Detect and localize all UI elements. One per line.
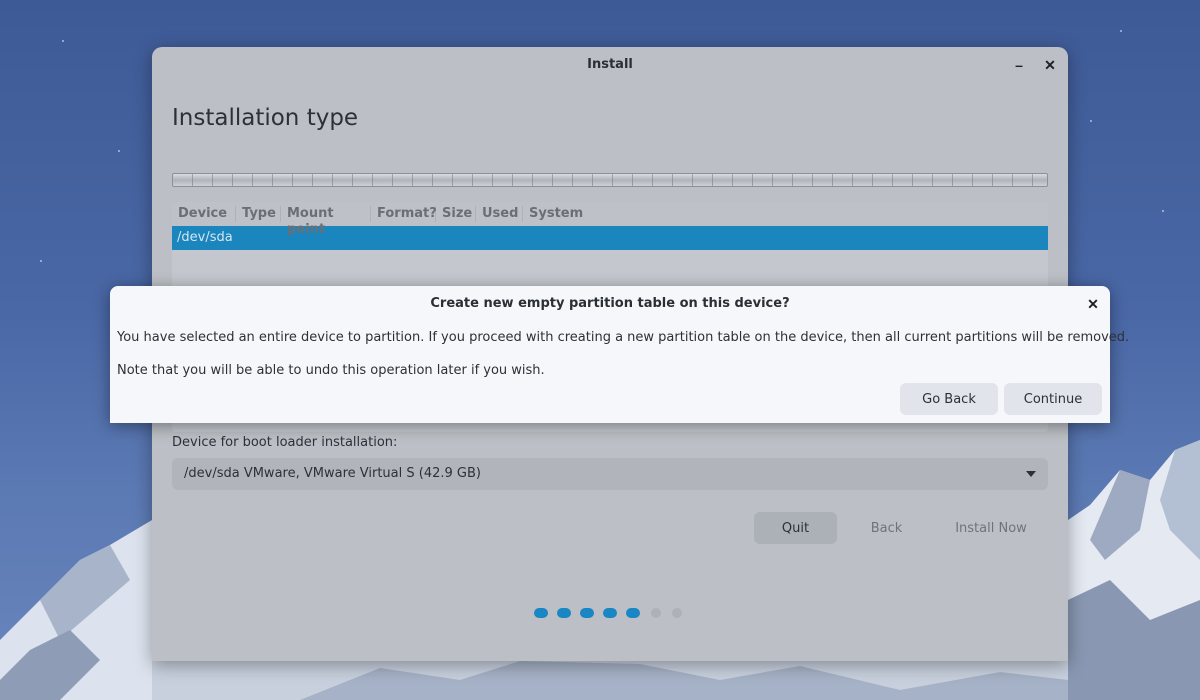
continue-button[interactable]: Continue: [1004, 383, 1102, 415]
column-header-format[interactable]: Format?: [371, 206, 437, 222]
go-back-button[interactable]: Go Back: [900, 383, 998, 415]
progress-indicator: [534, 608, 682, 618]
progress-step-dot: [580, 608, 594, 618]
window-titlebar[interactable]: Install – ✕: [152, 47, 1068, 83]
install-now-button[interactable]: Install Now: [936, 512, 1046, 544]
column-header-used[interactable]: Used: [476, 206, 523, 222]
progress-step-dot: [603, 608, 617, 618]
column-header-size[interactable]: Size: [436, 206, 476, 222]
bootloader-select-value: /dev/sda VMware, VMware Virtual S (42.9 …: [184, 466, 481, 481]
partition-table-dialog: Create new empty partition table on this…: [110, 286, 1129, 423]
progress-step-dot: [672, 608, 682, 618]
chevron-down-icon: [1026, 471, 1036, 477]
dialog-close-icon[interactable]: ✕: [1083, 294, 1103, 314]
column-header-mount-point[interactable]: Mount point: [281, 206, 371, 237]
progress-step-dot: [557, 608, 571, 618]
page-title: Installation type: [172, 105, 359, 131]
partition-bar: [172, 173, 1048, 187]
quit-button[interactable]: Quit: [754, 512, 837, 544]
column-header-device[interactable]: Device: [172, 206, 236, 222]
minimize-icon[interactable]: –: [1009, 55, 1029, 75]
dialog-message: You have selected an entire device to pa…: [117, 330, 1130, 345]
bootloader-label: Device for boot loader installation:: [172, 435, 398, 450]
progress-step-dot: [626, 608, 640, 618]
dialog-note: Note that you will be able to undo this …: [117, 363, 545, 378]
back-button[interactable]: Back: [844, 512, 929, 544]
progress-step-dot: [534, 608, 548, 618]
column-header-type[interactable]: Type: [236, 206, 281, 222]
table-header: Device Type Mount point Format? Size Use…: [172, 202, 1048, 237]
bootloader-select[interactable]: /dev/sda VMware, VMware Virtual S (42.9 …: [172, 458, 1048, 490]
window-title: Install: [587, 57, 633, 72]
dialog-title: Create new empty partition table on this…: [430, 296, 790, 311]
column-header-system[interactable]: System: [523, 206, 593, 222]
close-icon[interactable]: ✕: [1040, 55, 1060, 75]
progress-step-dot: [651, 608, 661, 618]
